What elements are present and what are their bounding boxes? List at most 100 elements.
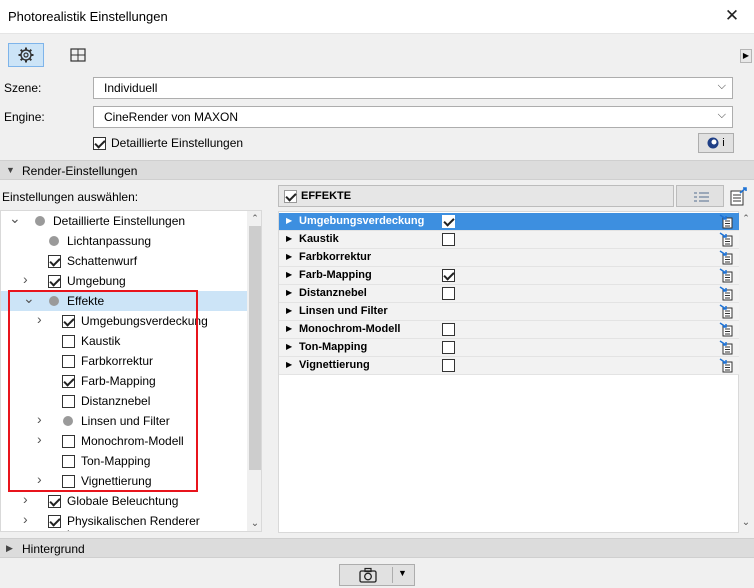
effect-row-checkbox[interactable] xyxy=(442,215,455,228)
effect-row[interactable]: ▶ Farb-Mapping xyxy=(279,267,739,285)
expand-triangle-icon[interactable]: ▶ xyxy=(286,234,292,243)
scroll-up-icon[interactable]: ⌃ xyxy=(740,213,752,224)
export-icon xyxy=(730,187,747,206)
effect-row-label: Umgebungsverdeckung xyxy=(299,215,425,227)
background-section-header[interactable]: ▶ Hintergrund xyxy=(0,538,754,558)
close-icon[interactable]: ✕ xyxy=(720,4,744,28)
effect-row[interactable]: ▶ Farbkorrektur xyxy=(279,249,739,267)
settings-tab-button[interactable] xyxy=(8,43,44,67)
tree-item[interactable]: ⌄ Detaillierte Einstellungen xyxy=(1,211,248,231)
expand-triangle-icon[interactable]: ▶ xyxy=(286,306,292,315)
export-settings-button[interactable] xyxy=(728,185,750,207)
effect-row-checkbox[interactable] xyxy=(442,323,455,336)
collapse-triangle-icon: ▼ xyxy=(6,165,15,175)
select-settings-label: Einstellungen auswählen: xyxy=(2,190,139,204)
effect-settings-icon[interactable] xyxy=(719,214,733,229)
effect-settings-icon[interactable] xyxy=(719,250,733,265)
size-tab-button[interactable] xyxy=(60,43,96,67)
render-button[interactable]: ▼ xyxy=(339,564,415,586)
effect-settings-icon[interactable] xyxy=(719,358,733,373)
effects-list[interactable]: ▶ Umgebungsverdeckung ▶ Kaustik ▶ Farbkorrekt… xyxy=(278,211,739,533)
gear-icon xyxy=(18,47,34,63)
cinema4d-logo-icon xyxy=(707,137,719,149)
list-icon xyxy=(694,192,709,202)
effect-row-checkbox[interactable] xyxy=(442,341,455,354)
detailed-settings-label: Detaillierte Einstellungen xyxy=(111,136,244,150)
effect-row-checkbox[interactable] xyxy=(442,269,455,282)
tree-item[interactable]: Lichtanpassung xyxy=(1,231,248,251)
effect-row-label: Distanznebel xyxy=(299,287,367,299)
effect-row-label: Farb-Mapping xyxy=(299,269,372,281)
effect-row[interactable]: ▶ Ton-Mapping xyxy=(279,339,739,357)
detailed-settings-checkbox[interactable] xyxy=(93,136,106,150)
chevron-right-icon[interactable]: › xyxy=(23,491,28,507)
scene-dropdown[interactable]: Individuell ⌵ xyxy=(93,77,733,99)
effects-scrollbar[interactable]: ⌃ ⌄ xyxy=(739,211,753,533)
tree-item-checkbox[interactable] xyxy=(48,495,61,508)
effect-row[interactable]: ▶ Distanznebel xyxy=(279,285,739,303)
scroll-down-icon[interactable]: ⌄ xyxy=(740,517,752,528)
chevron-down-icon: ⌵ xyxy=(717,80,726,92)
effects-header: EFFEKTE xyxy=(278,185,674,207)
effects-master-checkbox[interactable] xyxy=(284,190,297,203)
effect-row-label: Vignettierung xyxy=(299,359,370,371)
tree-item-label: Globale Beleuchtung xyxy=(67,494,179,508)
scroll-up-icon[interactable]: ⌃ xyxy=(249,213,261,224)
effect-settings-icon[interactable] xyxy=(719,304,733,319)
chevron-right-icon[interactable]: › xyxy=(23,511,28,527)
tree-item-label: Lichtanpassung xyxy=(67,234,152,248)
expand-triangle-icon[interactable]: ▶ xyxy=(286,324,292,333)
chevron-right-icon[interactable]: › xyxy=(23,271,28,287)
chevron-down-icon[interactable]: ⌄ xyxy=(9,211,21,227)
engine-dropdown[interactable]: CineRender von MAXON ⌵ xyxy=(93,106,733,128)
scene-value: Individuell xyxy=(104,81,158,95)
expand-right-icon[interactable]: ▶ xyxy=(740,49,752,63)
effect-row[interactable]: ▶ Kaustik xyxy=(279,231,739,249)
expand-triangle-icon[interactable]: ▶ xyxy=(286,288,292,297)
expand-triangle-icon[interactable]: ▶ xyxy=(286,252,292,261)
tree-item-label: Schattenwurf xyxy=(67,254,138,268)
expand-triangle-icon: ▶ xyxy=(6,543,13,553)
tree-scrollbar-thumb[interactable] xyxy=(249,226,261,470)
effect-row[interactable]: ▶ Umgebungsverdeckung xyxy=(279,213,739,231)
effect-row[interactable]: ▶ Monochrom-Modell xyxy=(279,321,739,339)
tree-item-label: Detaillierte Einstellungen xyxy=(53,214,186,228)
effect-row-checkbox[interactable] xyxy=(442,233,455,246)
tree-item[interactable]: › Umgebung xyxy=(1,271,248,291)
engine-info-button[interactable]: i xyxy=(698,133,734,153)
effect-settings-icon[interactable] xyxy=(719,340,733,355)
effect-settings-icon[interactable] xyxy=(719,268,733,283)
tree-item-checkbox[interactable] xyxy=(48,515,61,528)
tree-item-label: Physikalischen Renderer benutzen xyxy=(67,514,200,531)
scroll-down-icon[interactable]: ⌄ xyxy=(249,518,261,529)
render-settings-section-header[interactable]: ▼ Render-Einstellungen xyxy=(0,160,754,180)
effect-row-label: Farbkorrektur xyxy=(299,251,372,263)
effect-settings-icon[interactable] xyxy=(719,286,733,301)
effect-settings-icon[interactable] xyxy=(719,232,733,247)
expand-triangle-icon[interactable]: ▶ xyxy=(286,270,292,279)
detailed-settings-toggle[interactable]: Detaillierte Einstellungen xyxy=(93,135,243,151)
info-label: i xyxy=(722,137,725,149)
status-dot-icon xyxy=(49,236,59,246)
expand-triangle-icon[interactable]: ▶ xyxy=(286,360,292,369)
tree-item-label: Umgebung xyxy=(67,274,126,288)
tree-item[interactable]: › Physikalischen Renderer benutzen xyxy=(1,511,248,531)
engine-label: Engine: xyxy=(4,110,45,124)
effect-row-checkbox[interactable] xyxy=(442,359,455,372)
expand-triangle-icon[interactable]: ▶ xyxy=(286,342,292,351)
tree-item-checkbox[interactable] xyxy=(48,255,61,268)
effect-row-checkbox[interactable] xyxy=(442,287,455,300)
scene-label: Szene: xyxy=(4,81,42,95)
tree-item[interactable]: Schattenwurf xyxy=(1,251,248,271)
effect-row[interactable]: ▶ Linsen und Filter xyxy=(279,303,739,321)
tree-item-checkbox[interactable] xyxy=(48,275,61,288)
list-view-button[interactable] xyxy=(676,185,724,207)
effect-row-label: Monochrom-Modell xyxy=(299,323,401,335)
background-section-title: Hintergrund xyxy=(22,542,85,556)
expand-triangle-icon[interactable]: ▶ xyxy=(286,216,292,225)
tree-item[interactable]: › Globale Beleuchtung xyxy=(1,491,248,511)
render-options-dropdown-icon[interactable]: ▼ xyxy=(398,568,407,578)
effect-row-label: Ton-Mapping xyxy=(299,341,368,353)
effect-settings-icon[interactable] xyxy=(719,322,733,337)
effect-row[interactable]: ▶ Vignettierung xyxy=(279,357,739,375)
